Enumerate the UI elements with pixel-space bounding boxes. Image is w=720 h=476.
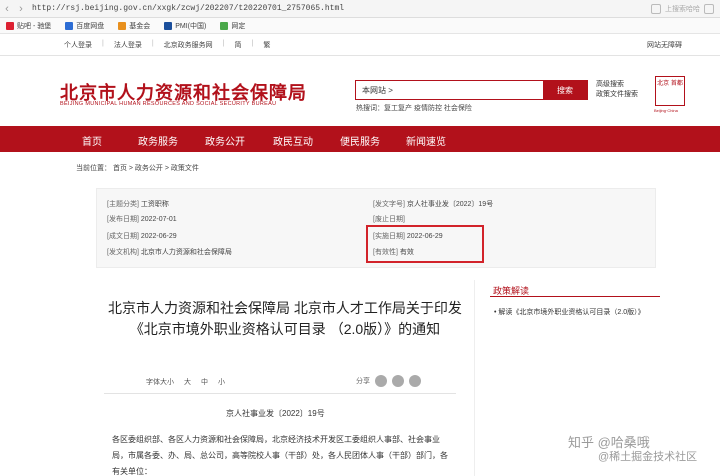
weibo-share-icon[interactable] (392, 375, 404, 387)
search-options: 高级搜索 政策文件搜索 (596, 80, 638, 100)
bookmark-favicon-icon (6, 21, 14, 30)
meta-written: [成文日期] 2022-06-29 (107, 233, 177, 240)
simplified-link[interactable]: 简 (234, 40, 241, 50)
divider: | (151, 40, 154, 47)
bookmark-item[interactable]: 贴吧 - 驰堡 (6, 21, 51, 31)
advanced-search-link[interactable]: 高级搜索 (596, 80, 638, 90)
bookmark-item[interactable]: 百度网盘 (65, 21, 104, 31)
meta-abolish: [废止日期] (373, 216, 405, 223)
column-divider (474, 280, 475, 476)
share-label: 分享 (356, 378, 370, 385)
omnibox-tools: 上搜索哈哈 (651, 3, 720, 14)
accessibility-link[interactable]: 网站无障碍 (647, 40, 682, 50)
font-size-label: 字体大小 (146, 379, 174, 386)
corporate-login-link[interactable]: 法人登录 (114, 40, 142, 50)
bookmark-item[interactable]: 网定 (220, 21, 245, 31)
meta-issuer: [发文机构] 北京市人力资源和社会保障局 (107, 249, 232, 256)
site-search: 本网站 > 搜索 (355, 80, 588, 100)
top-utility-strip: 个人登录 | 法人登录 | 北京政务服务网 | 简 | 繁 网站无障碍 (0, 34, 720, 56)
utility-links: 个人登录 | 法人登录 | 北京政务服务网 | 简 | 繁 (64, 40, 270, 50)
bookmark-favicon-icon (220, 21, 229, 30)
article-title: 北京市人力资源和社会保障局 北京市人才工作局关于印发《北京市境外职业资格认可目录… (108, 300, 462, 337)
font-medium-button[interactable]: 中 (201, 377, 208, 387)
font-small-button[interactable]: 小 (218, 377, 225, 387)
bookmark-item[interactable]: 基金会 (118, 21, 150, 31)
font-large-button[interactable]: 大 (184, 377, 191, 387)
meta-topic: [主题分类] 工资职称 (107, 201, 169, 208)
nav-home[interactable]: 首页 (82, 133, 102, 148)
divider: | (251, 40, 254, 47)
main-navigation: 首页 政务服务 政务公开 政民互动 便民服务 新闻速览 (0, 126, 720, 152)
search-input[interactable]: 本网站 > (356, 81, 543, 99)
personal-login-link[interactable]: 个人登录 (64, 40, 92, 50)
wechat-share-icon[interactable] (375, 375, 387, 387)
nav-public-services[interactable]: 便民服务 (340, 133, 380, 148)
forward-arrow-icon[interactable]: › (14, 3, 28, 15)
nav-gov-services[interactable]: 政务服务 (138, 133, 178, 148)
sidebar-underline (490, 296, 660, 297)
meta-docno: [发文字号] 京人社事业发〔2022〕19号 (373, 201, 494, 208)
capital-seal-logo: 北京 首都 (655, 76, 685, 106)
sidebar-link-interpretation[interactable]: • 解读《北京市境外职业资格认可目录（2.0版）》 (494, 306, 664, 320)
hot-search-terms[interactable]: 热搜词：复工复产 疫情防控 社会保险 (356, 103, 472, 113)
search-engine-icon[interactable] (651, 3, 661, 14)
watermark: @稀土掘金技术社区 (598, 451, 698, 463)
share-bar: 分享 (356, 375, 421, 387)
nav-interaction[interactable]: 政民互动 (273, 133, 313, 148)
bookmark-favicon-icon (118, 21, 127, 30)
site-logo-subtitle: BEIJING MUNICIPAL HUMAN RESOURCES AND SO… (60, 101, 277, 107)
url-field[interactable]: http://rsj.beijing.gov.cn/xxgk/zcwj/2022… (32, 4, 651, 13)
bookmark-favicon-icon (164, 21, 173, 30)
search-icon[interactable] (704, 3, 714, 14)
traditional-link[interactable]: 繁 (263, 40, 270, 50)
meta-pubdate: [发布日期] 2022-07-01 (107, 216, 177, 223)
gov-service-link[interactable]: 北京政务服务网 (164, 40, 213, 50)
bookmarks-bar: 贴吧 - 驰堡 百度网盘 基金会 PMI(中国) 网定 (0, 18, 720, 34)
nav-news[interactable]: 新闻速览 (406, 133, 446, 148)
bookmark-favicon-icon (65, 21, 74, 30)
article-body: 各区委组织部、各区人力资源和社会保障局，北京经济技术开发区工委组织人事部、社会事… (112, 435, 448, 476)
back-arrow-icon[interactable]: ‹ (0, 3, 14, 15)
divider: | (222, 40, 225, 47)
omnibox-hint[interactable]: 上搜索哈哈 (665, 4, 700, 14)
address-bar: ‹ › http://rsj.beijing.gov.cn/xxgk/zcwj/… (0, 0, 720, 18)
capital-seal-caption: Beijing·China (654, 108, 678, 113)
breadcrumb[interactable]: 当前位置： 首页 > 政务公开 > 政策文件 (76, 163, 199, 173)
bookmark-item[interactable]: PMI(中国) (164, 21, 206, 31)
qq-share-icon[interactable] (409, 375, 421, 387)
highlight-box (366, 225, 484, 263)
divider: | (102, 40, 104, 47)
article-doc-number: 京人社事业发〔2022〕19号 (226, 409, 325, 418)
policy-search-link[interactable]: 政策文件搜索 (596, 90, 638, 100)
divider (104, 393, 456, 394)
search-button[interactable]: 搜索 (543, 81, 587, 99)
font-size-control: 字体大小 大 中 小 (146, 377, 225, 387)
nav-gov-disclosure[interactable]: 政务公开 (205, 133, 245, 148)
